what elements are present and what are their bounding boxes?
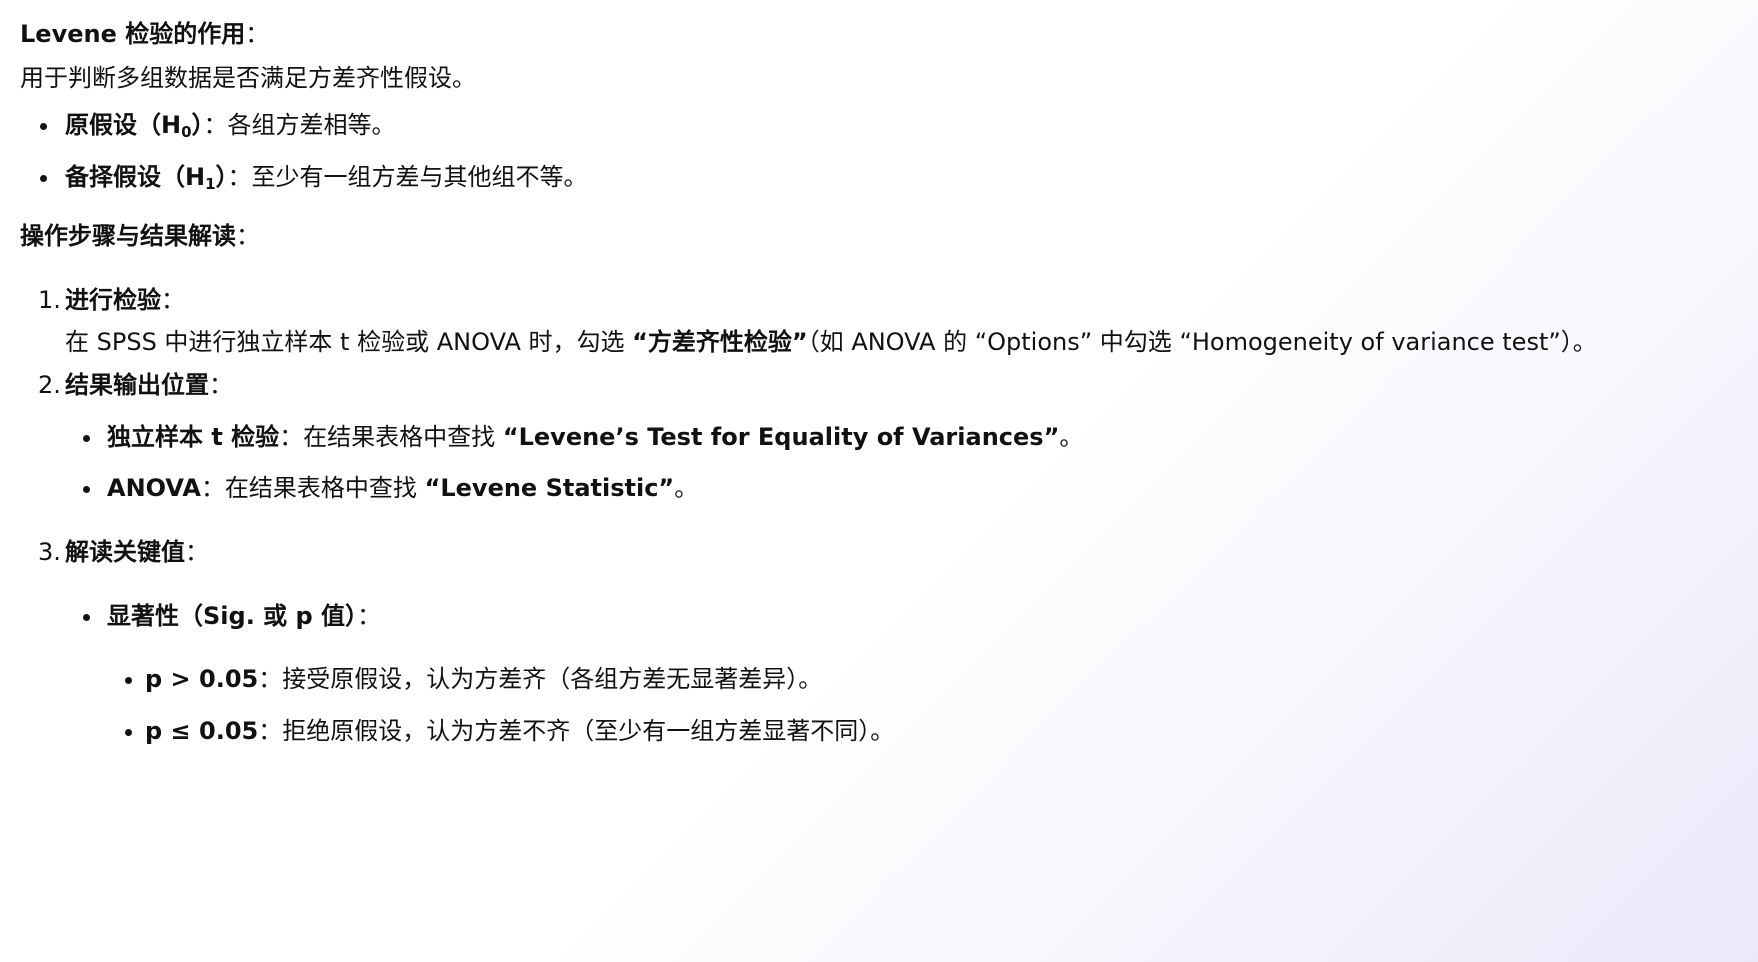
section-title: 操作步骤与结果解读 (20, 222, 236, 251)
hypothesis-alternative-text: ：至少有一组方差与其他组不等。 (227, 162, 588, 191)
step-3-heading: 解读关键值： (65, 537, 209, 566)
step-3-number: 3. (38, 537, 61, 566)
intro-text: 用于判断多组数据是否满足方差齐性假设。 (20, 63, 476, 92)
hypothesis-null-label: 原假设（H0） (65, 111, 204, 142)
document-page: Levene 检验的作用： 用于判断多组数据是否满足方差齐性假设。 原假设（H0… (0, 0, 1758, 962)
decision-rule: p ≤ 0.05：拒绝原假设，认为方差不齐（至少有一组方差显著不同）。 (107, 715, 1758, 749)
step-1-heading: 进行检验： (65, 285, 185, 314)
decision-rule: p > 0.05：接受原假设，认为方差齐（各组方差无显著差异）。 (107, 663, 1758, 697)
section-heading: 操作步骤与结果解读： (20, 222, 260, 251)
step-1-description: 在 SPSS 中进行独立样本 t 检验或 ANOVA 时，勾选 “方差齐性检验”… (65, 327, 1597, 356)
step-2-heading: 结果输出位置： (65, 371, 233, 400)
hypothesis-null: 原假设（H0）：各组方差相等。 (20, 109, 1758, 143)
intro-heading: Levene 检验的作用： (20, 18, 1758, 52)
significance-label: 显著性（Sig. 或 p 值） (107, 601, 358, 630)
hypothesis-alternative-label: 备择假设（H1） (65, 162, 228, 193)
hypothesis-null-text: ：各组方差相等。 (203, 111, 396, 140)
step-2-number: 2. (38, 371, 61, 400)
step-2: 2. 结果输出位置： 独立样本 t 检验：在结果表格中查找 “Levene’s … (20, 369, 1758, 506)
step-2-title: 结果输出位置 (65, 371, 209, 400)
significance-item: 显著性（Sig. 或 p 值）： p > 0.05：接受原假设，认为方差齐（各组… (65, 600, 1758, 749)
step-3-title: 解读关键值 (65, 537, 185, 566)
step-1-title: 进行检验 (65, 285, 161, 314)
key-values-list: 显著性（Sig. 或 p 值）： p > 0.05：接受原假设，认为方差齐（各组… (65, 600, 1758, 749)
intro-colon: ： (245, 20, 270, 48)
output-location-item: 独立样本 t 检验：在结果表格中查找 “Levene’s Test for Eq… (65, 421, 1758, 455)
step-1: 1. 进行检验： 在 SPSS 中进行独立样本 t 检验或 ANOVA 时，勾选… (20, 284, 1758, 359)
intro-title: Levene 检验的作用 (20, 20, 246, 48)
hypothesis-alternative: 备择假设（H1）：至少有一组方差与其他组不等。 (20, 161, 1758, 195)
hypotheses-list: 原假设（H0）：各组方差相等。 备择假设（H1）：至少有一组方差与其他组不等。 (20, 109, 1758, 194)
output-location-list: 独立样本 t 检验：在结果表格中查找 “Levene’s Test for Eq… (65, 421, 1758, 506)
decision-rules-list: p > 0.05：接受原假设，认为方差齐（各组方差无显著差异）。 p ≤ 0.0… (107, 663, 1758, 748)
step-3: 3. 解读关键值： 显著性（Sig. 或 p 值）： p > 0.05：接受原假… (20, 536, 1758, 748)
step-1-number: 1. (38, 285, 61, 314)
output-location-item: ANOVA：在结果表格中查找 “Levene Statistic”。 (65, 472, 1758, 506)
steps-list: 1. 进行检验： 在 SPSS 中进行独立样本 t 检验或 ANOVA 时，勾选… (20, 284, 1758, 748)
